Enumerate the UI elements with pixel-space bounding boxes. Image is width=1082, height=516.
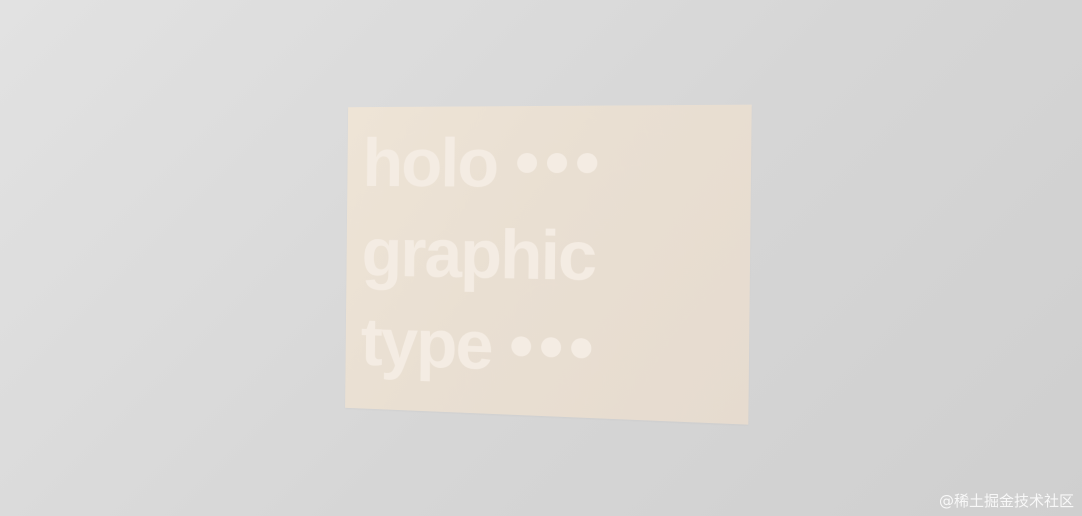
dot <box>516 152 537 173</box>
dot <box>576 153 598 174</box>
card-line-2: graphic <box>361 214 596 296</box>
card-line-3: type <box>360 303 592 385</box>
dot <box>546 152 567 174</box>
stage: holo graphic type <box>0 0 1082 516</box>
ellipsis-dots-1 <box>516 152 598 174</box>
dot <box>511 336 532 357</box>
card-word-graphic: graphic <box>361 214 596 296</box>
card-line-1: holo <box>362 124 598 202</box>
dot <box>540 336 562 358</box>
watermark: @稀土掘金技术社区 <box>938 492 1074 510</box>
ellipsis-dots-2 <box>511 336 592 359</box>
holographic-type-card: holo graphic type <box>345 104 752 425</box>
dot <box>570 337 592 359</box>
card-word-type: type <box>360 303 492 385</box>
card-word-holo: holo <box>362 124 498 202</box>
